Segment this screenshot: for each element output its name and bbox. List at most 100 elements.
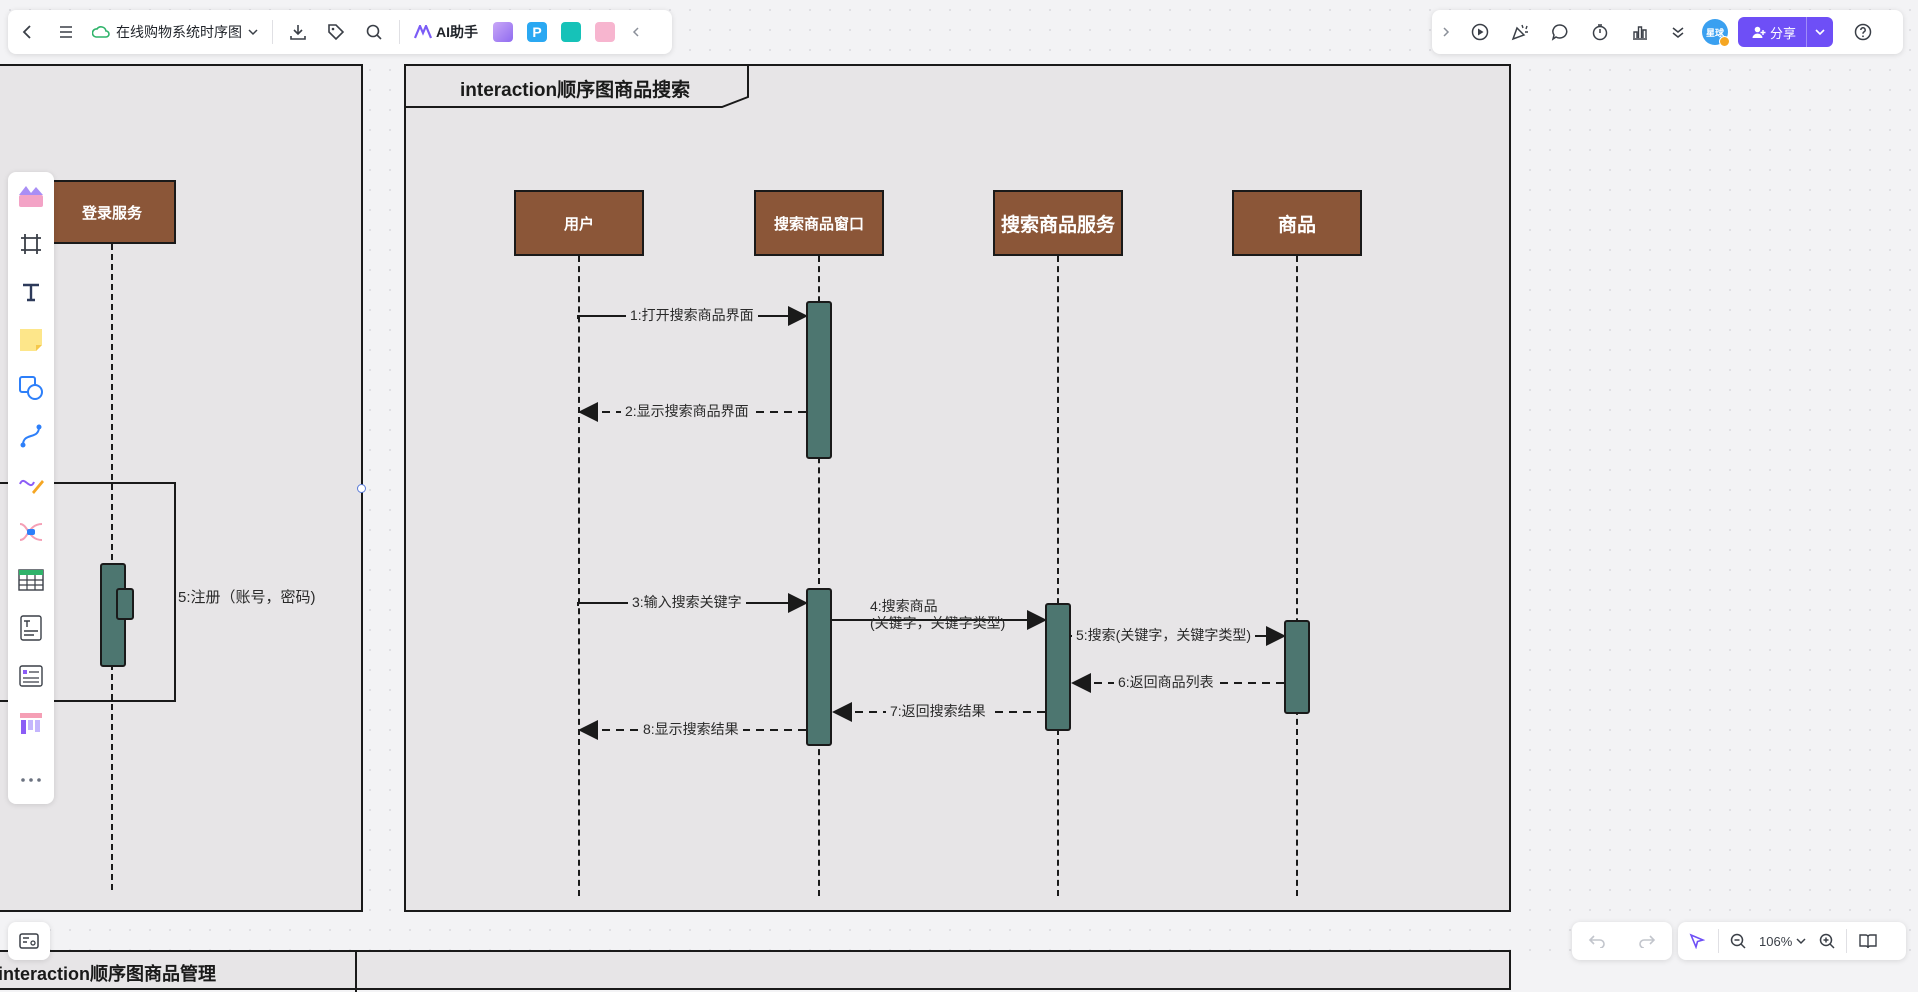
activation-search-service[interactable] [1045, 603, 1071, 731]
search-button[interactable] [355, 10, 393, 54]
doc-title-dropdown[interactable]: 在线购物系统时序图 [84, 10, 266, 54]
comment-icon [1551, 24, 1568, 41]
party-popper-icon [1511, 24, 1528, 41]
expand-button[interactable] [1432, 10, 1460, 54]
shape-icon [19, 376, 43, 400]
share-options-button[interactable] [1807, 17, 1833, 47]
lifeline-label: 搜索商品窗口 [773, 215, 864, 233]
hamburger-icon [60, 26, 72, 38]
redo-button[interactable] [1622, 922, 1672, 960]
separator [1718, 929, 1719, 953]
activation-search-window-2[interactable] [806, 588, 832, 746]
history-controls [1572, 922, 1672, 960]
shape-tool[interactable] [15, 372, 47, 404]
frame-divider [355, 952, 357, 992]
tag-button[interactable] [317, 10, 355, 54]
message-label-2[interactable]: 2:显示搜索商品界面 [621, 403, 753, 420]
frame-product-management[interactable]: interaction顺序图商品管理 [0, 950, 1511, 992]
more-tools-button[interactable] [15, 764, 47, 796]
help-icon [1854, 23, 1872, 41]
timer-button[interactable] [1580, 10, 1620, 54]
sticky-note-tool[interactable] [15, 324, 47, 356]
vote-button[interactable] [1620, 10, 1660, 54]
message-label-8[interactable]: 8:显示搜索结果 [639, 721, 743, 738]
collapse-plugins-button[interactable] [622, 10, 650, 54]
lifeline-label: 登录服务 [81, 204, 142, 222]
lifeline-box-search-service[interactable]: 搜索商品服务 [993, 190, 1123, 256]
template-icon [19, 186, 43, 207]
mindmap-plugin-button[interactable] [554, 10, 588, 54]
menu-button[interactable] [48, 10, 84, 54]
text-icon [23, 283, 39, 302]
more-dropdown-button[interactable] [1660, 10, 1696, 54]
lifeline-search-service [1057, 256, 1059, 896]
image-plugin-button[interactable] [486, 10, 520, 54]
message-label-3[interactable]: 3:输入搜索关键字 [628, 594, 746, 611]
ai-assistant-button[interactable]: AI助手 [406, 10, 486, 54]
frame-tool[interactable] [15, 228, 47, 260]
message-label-6[interactable]: 6:返回商品列表 [1114, 674, 1218, 691]
share-button[interactable]: 分享 [1738, 17, 1806, 47]
user-avatar-button[interactable]: 星球 [1696, 10, 1734, 54]
comment-button[interactable] [1540, 10, 1580, 54]
download-button[interactable] [279, 10, 317, 54]
top-right-toolbar: 星球 分享 [1432, 10, 1903, 54]
image-icon [493, 22, 513, 42]
undo-button[interactable] [1572, 922, 1622, 960]
activation-bar-nested[interactable] [116, 588, 134, 620]
activation-search-window-1[interactable] [806, 301, 832, 459]
ai-logo-icon [414, 25, 432, 39]
zoom-level-dropdown[interactable]: 106% [1755, 922, 1810, 960]
frame-login[interactable]: 登录服务 5:注册（账号，密码) [0, 64, 363, 912]
more-dots-icon [21, 778, 41, 782]
back-button[interactable] [8, 10, 48, 54]
mindmap-icon [19, 523, 43, 541]
message-label-7[interactable]: 7:返回搜索结果 [886, 703, 990, 720]
flow-plugin-button[interactable] [588, 10, 622, 54]
lifeline-box-login-service[interactable]: 登录服务 [48, 180, 176, 244]
doc-title: 在线购物系统时序图 [116, 24, 242, 40]
list-tool[interactable] [15, 660, 47, 692]
outline-button[interactable] [1849, 922, 1887, 960]
tag-icon [328, 24, 345, 41]
document-icon [20, 615, 42, 641]
message-label-1[interactable]: 1:打开搜索商品界面 [626, 307, 758, 324]
mindmap-tool[interactable] [15, 516, 47, 548]
activation-product[interactable] [1284, 620, 1310, 714]
connector-tool[interactable] [15, 420, 47, 452]
select-tool-button[interactable] [1678, 922, 1716, 960]
message-label: 5:注册（账号，密码) [178, 589, 316, 606]
zoom-in-button[interactable] [1810, 922, 1844, 960]
message-label-5[interactable]: 5:搜索(关键字，关键字类型) [1072, 627, 1255, 644]
celebrate-button[interactable] [1500, 10, 1540, 54]
left-tool-palette [8, 172, 54, 804]
document-tool[interactable] [15, 612, 47, 644]
message-label-4[interactable]: 4:搜索商品 (关键字，关键字类型) [870, 598, 1005, 632]
table-tool[interactable] [15, 564, 47, 596]
p-plugin-button[interactable]: P [520, 10, 554, 54]
download-icon [290, 25, 306, 40]
frame-product-search[interactable]: interaction顺序图商品搜索 用户 搜索商品窗口 搜索商品服务 商品 1… [404, 64, 1511, 912]
lifeline-product [1296, 256, 1298, 896]
message-label-4-line1: 4:搜索商品 [870, 598, 938, 614]
minimap-button[interactable] [8, 922, 50, 960]
resize-handle[interactable] [357, 484, 366, 493]
zoom-level: 106% [1759, 933, 1793, 949]
kanban-tool[interactable] [15, 708, 47, 740]
pen-tool[interactable] [15, 468, 47, 500]
table-icon [18, 569, 44, 591]
text-tool[interactable] [15, 276, 47, 308]
template-tool[interactable] [15, 180, 47, 212]
play-icon [1471, 23, 1489, 41]
help-button[interactable] [1841, 10, 1885, 54]
present-button[interactable] [1460, 10, 1500, 54]
zoom-out-button[interactable] [1721, 922, 1755, 960]
status-dot [1719, 36, 1730, 47]
lifeline-box-user[interactable]: 用户 [514, 190, 644, 256]
lifeline-box-search-window[interactable]: 搜索商品窗口 [754, 190, 884, 256]
separator [1846, 929, 1848, 953]
mindmap-icon [561, 22, 581, 42]
book-icon [1859, 934, 1877, 949]
share-button-group: 分享 [1738, 17, 1834, 47]
lifeline-box-product[interactable]: 商品 [1232, 190, 1362, 256]
